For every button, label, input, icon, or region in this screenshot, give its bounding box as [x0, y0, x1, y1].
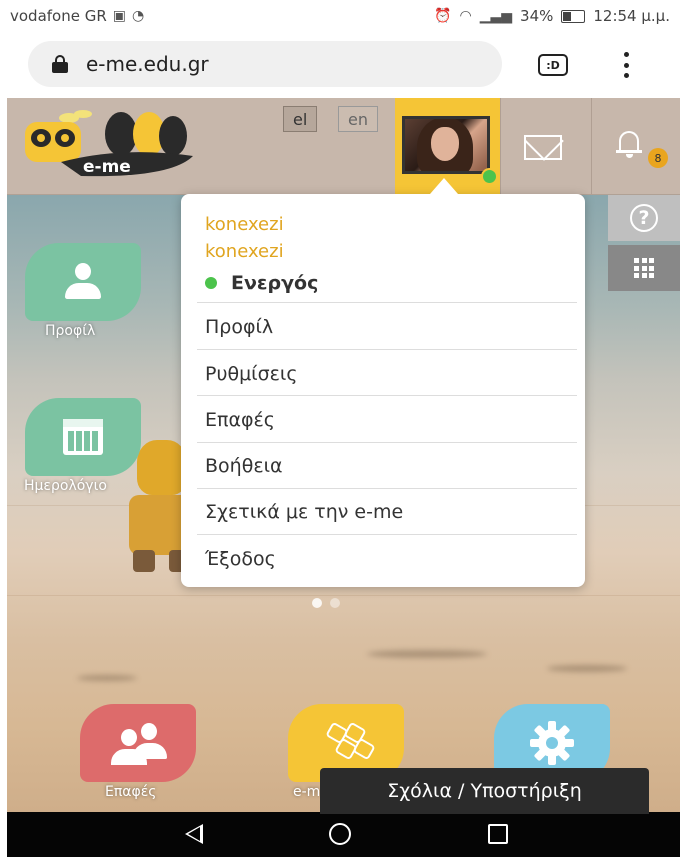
- status-dot-icon: [205, 277, 217, 289]
- page-gutter: [0, 96, 7, 857]
- menu-item-settings[interactable]: Ρυθμίσεις: [205, 363, 577, 385]
- people-icon: [109, 723, 167, 767]
- lang-el-button[interactable]: el: [283, 106, 318, 132]
- notification-badge: 8: [648, 148, 668, 168]
- android-nav-bar: [7, 812, 680, 857]
- messenger-icon: ◔: [132, 8, 145, 24]
- app-profile[interactable]: [25, 243, 141, 321]
- help-icon: ?: [630, 204, 658, 232]
- gear-icon: [530, 721, 574, 765]
- username-primary: konexezi: [205, 214, 284, 235]
- user-menu-dropdown: konexezi konexezi Ενεργός Προφίλ Ρυθμίσε…: [181, 194, 585, 587]
- apps-grid-button[interactable]: [608, 245, 680, 291]
- app-profile-label: Προφίλ: [45, 323, 96, 339]
- battery-percent: 34%: [520, 7, 554, 25]
- back-icon[interactable]: [185, 824, 203, 844]
- feedback-support-button[interactable]: Σχόλια / Υποστήριξη: [320, 768, 649, 814]
- avatar[interactable]: [402, 116, 490, 174]
- hive-icon: [320, 721, 376, 765]
- bell-icon[interactable]: [616, 128, 642, 158]
- url-text: e-me.edu.gr: [86, 52, 209, 76]
- mail-icon[interactable]: [524, 135, 562, 160]
- page-indicator: [312, 598, 340, 608]
- browser-toolbar: e-me.edu.gr :D: [0, 32, 680, 96]
- recents-icon[interactable]: [488, 824, 508, 844]
- carrier-name: vodafone GR: [10, 7, 107, 25]
- address-bar[interactable]: e-me.edu.gr: [28, 41, 502, 87]
- flipboard-icon: ▣: [112, 8, 127, 24]
- signal-icon: ▁▃▅: [479, 8, 513, 24]
- menu-item-logout[interactable]: Έξοδος: [205, 548, 577, 570]
- status-label: Ενεργός: [231, 272, 319, 294]
- header-divider: [591, 98, 592, 194]
- app-contacts-label: Επαφές: [105, 784, 157, 800]
- menu-item-profile[interactable]: Προφίλ: [205, 316, 577, 338]
- app-contacts[interactable]: [80, 704, 196, 782]
- grid-icon: [634, 258, 654, 278]
- username-secondary: konexezi: [205, 241, 284, 262]
- e-me-logo[interactable]: e-me: [21, 104, 196, 184]
- calendar-icon: [63, 419, 103, 455]
- menu-item-help[interactable]: Βοήθεια: [205, 455, 577, 477]
- user-status[interactable]: Ενεργός: [205, 272, 318, 294]
- clock: 12:54 μ.μ.: [593, 7, 670, 25]
- online-indicator: [481, 168, 498, 185]
- tab-switcher-icon[interactable]: :D: [538, 54, 568, 76]
- logo-text: e-me: [83, 157, 131, 177]
- status-left: vodafone GR ▣ ◔: [10, 7, 144, 25]
- app-calendar[interactable]: [25, 398, 141, 476]
- header-divider: [500, 98, 501, 194]
- app-header: e-me el en 8: [7, 98, 680, 196]
- app-calendar-label: Ημερολόγιο: [24, 478, 107, 494]
- home-icon[interactable]: [329, 823, 351, 845]
- menu-item-contacts[interactable]: Επαφές: [205, 409, 577, 431]
- status-bar: vodafone GR ▣ ◔ ⏰ ◠ ▁▃▅ 34% 12:54 μ.μ.: [0, 0, 680, 32]
- lock-icon: [52, 55, 68, 73]
- status-right: ⏰ ◠ ▁▃▅ 34% 12:54 μ.μ.: [434, 7, 670, 25]
- lang-en-button[interactable]: en: [338, 106, 378, 132]
- help-button[interactable]: ?: [608, 195, 680, 241]
- wifi-icon: ◠: [459, 8, 472, 24]
- menu-item-about[interactable]: Σχετικά με την e-me: [205, 501, 577, 523]
- app-hive-label: e-m: [293, 784, 321, 800]
- alarm-icon: ⏰: [434, 8, 452, 24]
- dropdown-caret: [430, 178, 458, 194]
- person-icon: [62, 263, 104, 301]
- browser-menu-icon[interactable]: [624, 52, 630, 78]
- battery-icon: [561, 9, 586, 23]
